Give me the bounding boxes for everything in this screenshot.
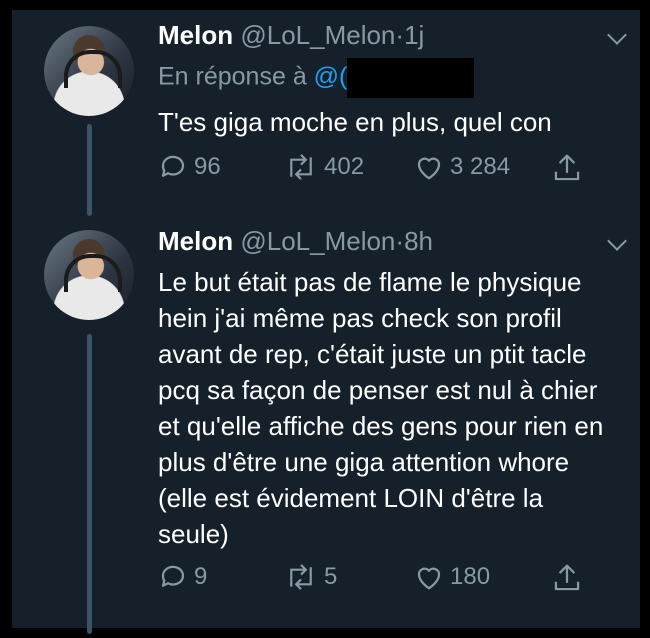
author-name[interactable]: Melon xyxy=(158,20,233,50)
like-button[interactable]: 180 xyxy=(414,562,490,592)
tweet-text: Le but était pas de flame le physique he… xyxy=(158,267,604,549)
tweet-actions: 96 402 3 284 xyxy=(158,152,598,186)
timestamp[interactable]: 1j xyxy=(404,20,424,50)
retweet-button[interactable]: 5 xyxy=(284,562,337,592)
like-button[interactable]: 3 284 xyxy=(414,152,510,182)
like-count: 3 284 xyxy=(450,153,511,180)
separator-dot: · xyxy=(395,226,405,256)
tweet-card[interactable]: Melon @LoL_Melon·8h Le but était pas de … xyxy=(12,210,640,634)
thread-line xyxy=(87,334,92,634)
share-icon xyxy=(554,154,580,181)
reply-to-line: En réponse à @( xyxy=(158,58,475,98)
like-icon xyxy=(417,157,441,180)
timeline: Melon @LoL_Melon·1j En réponse à @( T'es… xyxy=(12,10,640,634)
reply-count: 9 xyxy=(194,563,208,590)
tweet-header: Melon @LoL_Melon·1j xyxy=(158,20,424,51)
reply-to-label: En réponse à xyxy=(158,62,314,91)
chevron-down-icon[interactable] xyxy=(607,25,627,45)
tweet-text: T'es giga moche en plus, quel con xyxy=(158,107,552,137)
reply-mention-link[interactable]: @( xyxy=(314,63,348,91)
avatar[interactable] xyxy=(44,26,134,116)
like-count: 180 xyxy=(450,563,491,590)
share-button[interactable] xyxy=(552,152,582,184)
reply-count: 96 xyxy=(194,153,221,180)
reply-icon xyxy=(161,565,185,587)
redaction-box xyxy=(347,58,475,98)
timestamp[interactable]: 8h xyxy=(404,226,433,256)
thread-line xyxy=(87,124,92,216)
tweet-actions: 9 5 180 xyxy=(158,562,598,596)
reply-button[interactable]: 96 xyxy=(158,152,221,182)
author-handle[interactable]: @LoL_Melon xyxy=(240,226,395,256)
tweet-header: Melon @LoL_Melon·8h xyxy=(158,226,433,257)
share-button[interactable] xyxy=(552,562,582,594)
like-icon xyxy=(417,567,441,590)
retweet-icon xyxy=(290,564,312,590)
retweet-icon xyxy=(290,154,312,180)
retweet-button[interactable]: 402 xyxy=(284,152,364,182)
tweet-card[interactable]: Melon @LoL_Melon·1j En réponse à @( T'es… xyxy=(12,10,640,216)
author-name[interactable]: Melon xyxy=(158,226,233,256)
chevron-down-icon[interactable] xyxy=(607,231,627,251)
retweet-count: 402 xyxy=(324,153,365,180)
reply-icon xyxy=(161,155,185,177)
author-handle[interactable]: @LoL_Melon xyxy=(240,20,395,50)
reply-button[interactable]: 9 xyxy=(158,562,207,592)
retweet-count: 5 xyxy=(324,563,338,590)
share-icon xyxy=(554,564,580,591)
separator-dot: · xyxy=(395,20,405,50)
avatar[interactable] xyxy=(44,230,134,320)
